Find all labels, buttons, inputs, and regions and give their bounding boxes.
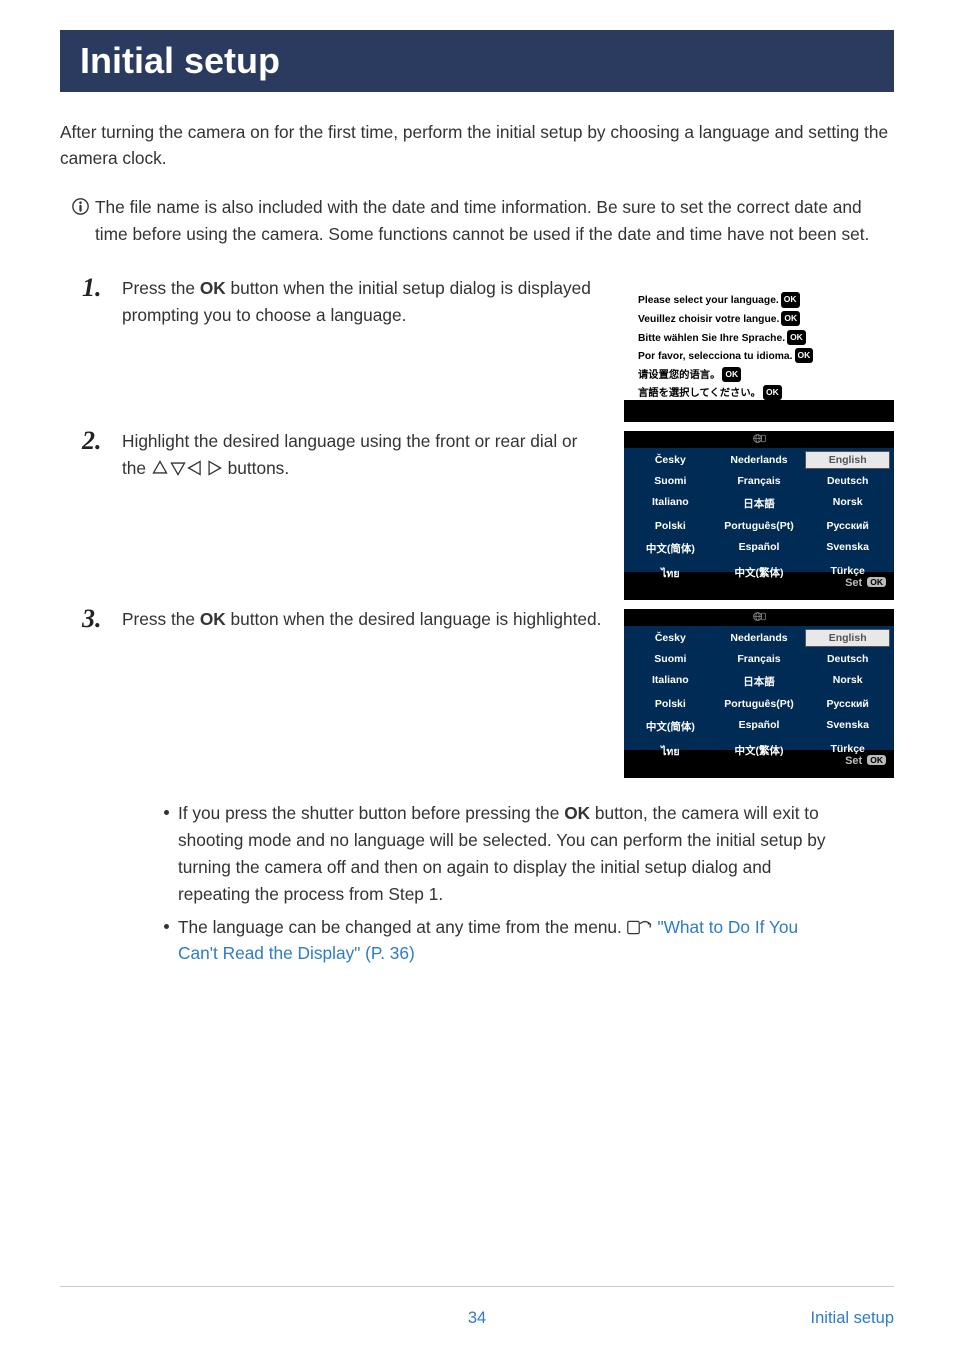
globe-icon [753,610,766,626]
lang-option: Français [717,472,802,490]
intro-text: After turning the camera on for the firs… [60,120,894,172]
note-2: The language can be changed at any time … [178,914,836,968]
lang-option: Polski [628,517,713,535]
lang-option: Português(Pt) [717,517,802,535]
caution-note: The file name is also included with the … [60,194,894,248]
lang-option: Suomi [628,650,713,668]
lang-option: ไทย [628,740,713,763]
lang-option: 日本語 [717,671,802,692]
lang-option: English [805,629,890,647]
step-3-number: 3. [82,604,122,634]
lang-option: Nederlands [717,629,802,647]
step-3: 3. Press the OK button when the desired … [60,606,894,778]
lang-option: Polski [628,695,713,713]
lang-option: Français [717,650,802,668]
lang-option: Русский [805,517,890,535]
lang-option: Italiano [628,493,713,514]
lang-option: Norsk [805,493,890,514]
screen-language-prompt: Please select your language.OK Veuillez … [624,281,894,422]
lang-option: 中文(简体) [628,716,713,737]
lang-option: Português(Pt) [717,695,802,713]
lang-option: Italiano [628,671,713,692]
step-1: 1. Press the OK button when the initial … [60,275,894,422]
lang-option: ไทย [628,562,713,585]
screen-language-list-2: ČeskyNederlandsEnglish SuomiFrançaisDeuts… [624,609,894,778]
lang-option: Nederlands [717,451,802,469]
lang-option: Español [717,538,802,559]
lang-option: Deutsch [805,650,890,668]
lang-option: English [805,451,890,469]
step-2: 2. Highlight the desired language using … [60,428,894,600]
caution-icon [72,196,89,223]
lang-option: Česky [628,451,713,469]
lang-option: Česky [628,629,713,647]
lang-option: Русский [805,695,890,713]
lang-option: 中文(繁体) [717,562,802,585]
note-1: If you press the shutter button before p… [178,800,836,907]
lang-option: 日本語 [717,493,802,514]
lang-option: Español [717,716,802,737]
lang-option: Norsk [805,671,890,692]
page-title: Initial setup [60,30,894,92]
step-1-number: 1. [82,273,122,303]
notes-list: If you press the shutter button before p… [60,800,894,967]
xref-icon [627,917,653,937]
lang-option: 中文(繁体) [717,740,802,763]
lang-option: Svenska [805,716,890,737]
step-1-text: Press the OK button when the initial set… [122,275,606,329]
step-3-text: Press the OK button when the desired lan… [122,606,606,633]
footer-section[interactable]: Initial setup [811,1309,894,1328]
globe-icon [753,432,766,448]
lang-option: Svenska [805,538,890,559]
page-footer: 34 Initial setup [60,1286,894,1328]
lang-option: Suomi [628,472,713,490]
step-2-text: Highlight the desired language using the… [122,428,606,482]
lang-option: 中文(简体) [628,538,713,559]
page-number: 34 [60,1309,894,1328]
dpad-icon [151,458,223,478]
caution-text: The file name is also included with the … [95,194,894,248]
screen-language-list-1: ČeskyNederlandsEnglish SuomiFrançaisDeuts… [624,431,894,600]
lang-option: Deutsch [805,472,890,490]
step-2-number: 2. [82,426,122,456]
